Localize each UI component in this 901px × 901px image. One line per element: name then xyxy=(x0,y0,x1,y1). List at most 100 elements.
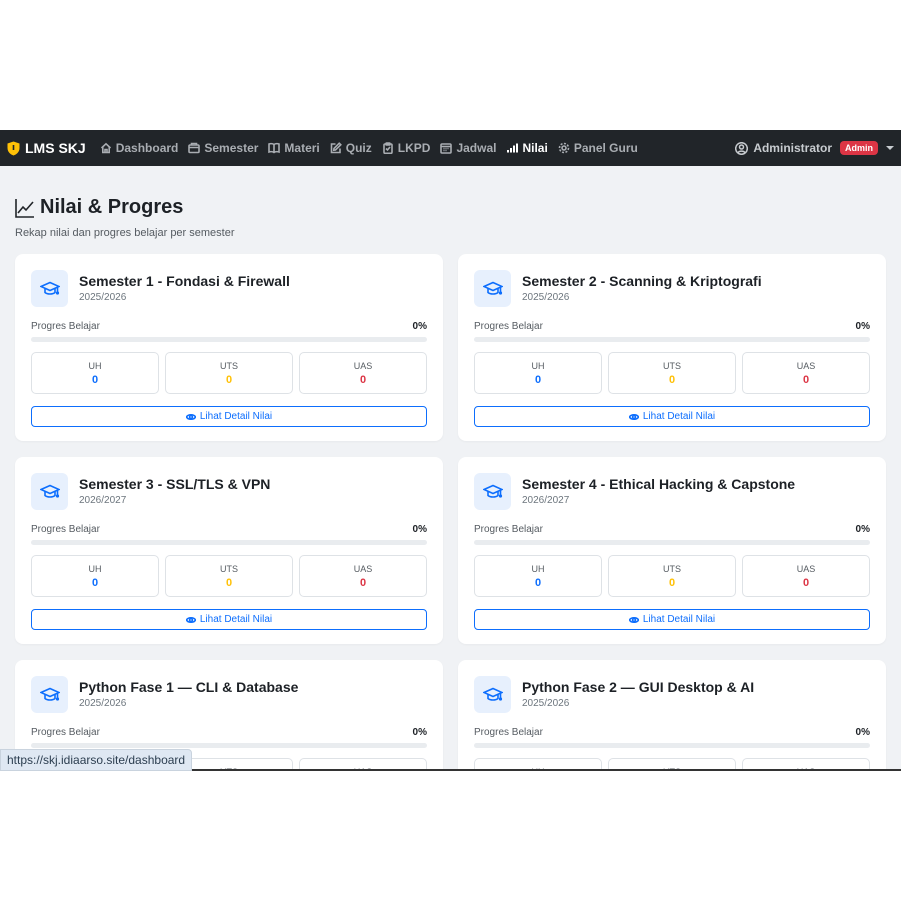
role-badge: Admin xyxy=(840,141,878,155)
house-icon xyxy=(100,142,111,154)
shield-icon xyxy=(7,141,20,155)
page-title-text: Nilai & Progres xyxy=(40,196,184,218)
progress-bar xyxy=(474,540,870,545)
score-uts: UTS 0 xyxy=(165,352,293,394)
score-label: UAS xyxy=(353,361,373,371)
semester-card: Semester 4 - Ethical Hacking & Capstone … xyxy=(458,457,886,644)
pencil-square-icon xyxy=(330,142,342,154)
nav-label-nilai: Nilai xyxy=(522,141,548,155)
detail-button[interactable]: Lihat Detail Nilai xyxy=(31,609,427,630)
score-uts: UTS 0 xyxy=(608,352,736,394)
nav-label-quiz: Quiz xyxy=(345,141,372,155)
eye-icon xyxy=(185,616,196,623)
score-label: UAS xyxy=(353,564,373,574)
progress-label: Progres Belajar xyxy=(474,321,543,332)
score-value: 0 xyxy=(802,577,810,589)
progress-label: Progres Belajar xyxy=(31,727,100,738)
gear-icon xyxy=(558,142,570,154)
score-uas: UAS0 xyxy=(742,758,870,769)
eye-icon xyxy=(185,413,196,420)
icon-box xyxy=(31,676,68,713)
nav-item-panel-guru[interactable]: Panel Guru xyxy=(558,141,638,155)
detail-button[interactable]: Lihat Detail Nilai xyxy=(474,406,870,427)
card-year: 2026/2027 xyxy=(79,495,127,506)
score-uas: UAS0 xyxy=(299,758,427,769)
eye-icon xyxy=(628,616,639,623)
progress-bar xyxy=(31,540,427,545)
nav-label-lkpd: LKPD xyxy=(397,141,431,155)
score-value: 0 xyxy=(359,577,367,589)
semester-card: Python Fase 2 — GUI Desktop & AI 2025/20… xyxy=(458,660,886,769)
brand[interactable]: LMS SKJ xyxy=(7,140,86,156)
nav-label-materi: Materi xyxy=(284,141,320,155)
card-title: Semester 3 - SSL/TLS & VPN xyxy=(79,476,271,492)
nav-item-quiz[interactable]: Quiz xyxy=(330,141,372,155)
mortarboard-icon xyxy=(39,687,60,701)
detail-button-label: Lihat Detail Nilai xyxy=(642,411,716,422)
nav-item-semester[interactable]: Semester xyxy=(188,141,258,155)
nav-item-materi[interactable]: Materi xyxy=(268,141,320,155)
graph-up-icon xyxy=(15,198,34,218)
score-value: 0 xyxy=(359,374,367,386)
calendar-icon xyxy=(440,143,453,154)
detail-button-label: Lihat Detail Nilai xyxy=(642,614,716,625)
mortarboard-icon xyxy=(482,687,503,701)
semester-card: Semester 3 - SSL/TLS & VPN 2026/2027 Pro… xyxy=(15,457,443,644)
nav-item-nilai[interactable]: Nilai xyxy=(506,141,548,155)
score-uh: UH 0 xyxy=(31,555,159,597)
progress-label: Progres Belajar xyxy=(31,321,100,332)
nav-label-jadwal: Jadwal xyxy=(456,141,497,155)
score-label: UH xyxy=(88,361,102,371)
score-label: UAS xyxy=(796,564,816,574)
page-title: Nilai & Progres xyxy=(15,196,235,219)
icon-box xyxy=(474,270,511,307)
score-label: UH xyxy=(88,564,102,574)
score-value: 0 xyxy=(225,374,233,386)
detail-button[interactable]: Lihat Detail Nilai xyxy=(474,609,870,630)
nav-label-dashboard: Dashboard xyxy=(115,141,179,155)
nav-item-lkpd[interactable]: LKPD xyxy=(382,141,431,155)
progress-bar xyxy=(474,743,870,748)
user-menu[interactable]: Administrator Admin xyxy=(735,141,894,155)
score-value: 0 xyxy=(668,577,676,589)
score-uas: UAS 0 xyxy=(742,352,870,394)
progress-label: Progres Belajar xyxy=(31,524,100,535)
progress-percent: 0% xyxy=(412,524,427,535)
progress-bar xyxy=(31,337,427,342)
score-uas: UAS 0 xyxy=(299,555,427,597)
nav-label-panel-guru: Panel Guru xyxy=(573,141,638,155)
mortarboard-icon xyxy=(482,281,503,295)
progress-percent: 0% xyxy=(855,321,870,332)
score-label: UAS xyxy=(796,361,816,371)
score-uas: UAS 0 xyxy=(742,555,870,597)
semester-grid: Semester 1 - Fondasi & Firewall 2025/202… xyxy=(15,254,886,769)
score-uh: UH 0 xyxy=(31,352,159,394)
score-uh: UH 0 xyxy=(474,555,602,597)
detail-button[interactable]: Lihat Detail Nilai xyxy=(31,406,427,427)
progress-percent: 0% xyxy=(855,727,870,738)
score-label: UTS xyxy=(609,767,735,769)
score-value: 0 xyxy=(802,374,810,386)
score-value: 0 xyxy=(534,374,542,386)
nav-item-dashboard[interactable]: Dashboard xyxy=(100,141,179,155)
card-year: 2026/2027 xyxy=(522,495,570,506)
score-value: 0 xyxy=(91,577,99,589)
score-label: UAS xyxy=(743,767,869,769)
page-header: Nilai & Progres Rekap nilai dan progres … xyxy=(15,196,235,239)
icon-box xyxy=(474,473,511,510)
score-value: 0 xyxy=(225,577,233,589)
user-circle-icon xyxy=(735,141,749,155)
nav-menu: Dashboard Semester Materi Quiz LKPD Jadw… xyxy=(100,141,638,155)
progress-percent: 0% xyxy=(412,727,427,738)
detail-button-label: Lihat Detail Nilai xyxy=(199,614,273,625)
score-uh: UH 0 xyxy=(474,352,602,394)
nav-label-semester: Semester xyxy=(204,141,259,155)
icon-box xyxy=(31,473,68,510)
mortarboard-icon xyxy=(39,484,60,498)
mortarboard-icon xyxy=(39,281,60,295)
nav-item-jadwal[interactable]: Jadwal xyxy=(440,141,496,155)
user-name: Administrator xyxy=(753,141,832,155)
book-icon xyxy=(268,142,281,154)
caret-down-icon xyxy=(886,146,894,150)
card-title: Semester 4 - Ethical Hacking & Capstone xyxy=(522,476,796,492)
